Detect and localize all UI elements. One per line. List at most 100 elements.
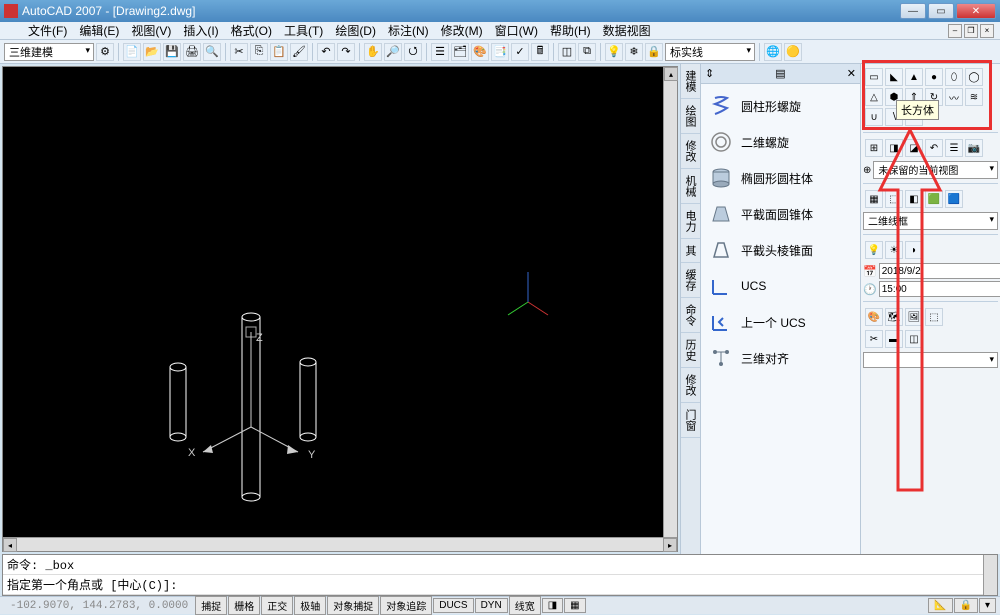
scroll-horizontal[interactable]: ◂ ▸ (3, 537, 677, 551)
vtab-0[interactable]: 建模 (681, 64, 700, 99)
maximize-button[interactable]: ▭ (928, 3, 954, 19)
section-icon[interactable]: ✂ (865, 330, 883, 348)
mdi-restore[interactable]: ❐ (964, 24, 978, 38)
menu-modify[interactable]: 修改(M) (435, 22, 489, 39)
vtab-10[interactable]: 门窗 (681, 403, 700, 438)
close-button[interactable]: ✕ (956, 3, 996, 19)
properties-icon[interactable]: ☰ (431, 43, 449, 61)
vtab-8[interactable]: 历史 (681, 333, 700, 368)
tool-ucs[interactable]: UCS (705, 268, 856, 304)
palette-scroll-icon[interactable]: ⇕ (705, 67, 714, 80)
cmd-scroll[interactable] (983, 555, 997, 595)
block-icon[interactable]: ◫ (558, 43, 576, 61)
status-ducs[interactable]: DUCS (433, 598, 473, 613)
ref-icon[interactable]: ⧉ (578, 43, 596, 61)
view-prev-icon[interactable]: ↶ (925, 139, 943, 157)
save-icon[interactable]: 💾 (163, 43, 181, 61)
scroll-left-icon[interactable]: ◂ (3, 538, 17, 552)
tool-align-3d[interactable]: 三维对齐 (705, 340, 856, 376)
mdi-close[interactable]: × (980, 24, 994, 38)
design-center-icon[interactable]: 🗂 (451, 43, 469, 61)
status-dyn[interactable]: DYN (475, 598, 508, 613)
menu-format[interactable]: 格式(O) (225, 22, 278, 39)
material-attach-icon[interactable]: 🎨 (865, 308, 883, 326)
flatten-icon[interactable]: ▬ (885, 330, 903, 348)
render-crop-icon[interactable]: ⬚ (925, 308, 943, 326)
drawing-canvas[interactable]: X Y Z (3, 67, 663, 537)
vtab-4[interactable]: 电力 (681, 204, 700, 239)
status-lwt[interactable]: 线宽 (509, 596, 541, 615)
layer-freeze-icon[interactable]: ❄ (625, 43, 643, 61)
open-icon[interactable]: 📂 (143, 43, 161, 61)
menu-draw[interactable]: 绘图(D) (329, 22, 382, 39)
view-named-icon[interactable]: ☰ (945, 139, 963, 157)
layer-dropdown[interactable]: 标实线 (665, 43, 755, 61)
cylinder-icon[interactable]: ⬯ (945, 68, 963, 86)
tool-ucs-prev[interactable]: 上一个 UCS (705, 304, 856, 340)
status-osnap[interactable]: 对象捕捉 (327, 596, 379, 615)
status-snap[interactable]: 捕捉 (195, 596, 227, 615)
vs-real-icon[interactable]: 🟩 (925, 190, 943, 208)
menu-insert[interactable]: 插入(I) (177, 22, 224, 39)
redo-icon[interactable]: ↷ (337, 43, 355, 61)
scroll-vertical[interactable]: ▴ (663, 67, 677, 537)
match-icon[interactable]: 🖌 (290, 43, 308, 61)
status-model-icon[interactable]: ◨ (542, 598, 563, 613)
menu-dim[interactable]: 标注(N) (382, 22, 435, 39)
undo-icon[interactable]: ↶ (317, 43, 335, 61)
palette-menu-icon[interactable]: ▤ (775, 67, 785, 80)
date-field[interactable] (879, 263, 1000, 279)
print-icon[interactable]: 🖨 (183, 43, 201, 61)
tool-helix-cyl[interactable]: 圆柱形螺旋 (705, 88, 856, 124)
menu-tools[interactable]: 工具(T) (278, 22, 329, 39)
status-anno-icon[interactable]: 📐 (928, 598, 952, 613)
vtab-7[interactable]: 命令 (681, 298, 700, 333)
status-qp-icon[interactable]: ▦ (564, 598, 585, 613)
paste-icon[interactable]: 📋 (270, 43, 288, 61)
sheet-set-icon[interactable]: 📑 (491, 43, 509, 61)
sphere-icon[interactable]: ● (925, 68, 943, 86)
minimize-button[interactable]: — (900, 3, 926, 19)
vtab-2[interactable]: 修改 (681, 134, 700, 169)
view-front-icon[interactable]: ◨ (885, 139, 903, 157)
time-field[interactable] (879, 281, 1000, 297)
shadow-icon[interactable]: ◗ (905, 241, 923, 259)
camera-icon[interactable]: 📷 (965, 139, 983, 157)
tool-cone-frustum[interactable]: 平截面圆锥体 (705, 196, 856, 232)
render-btn-icon[interactable]: 🖼 (905, 308, 923, 326)
zoom-icon[interactable]: 🔎 (384, 43, 402, 61)
menu-file[interactable]: 文件(F) (22, 22, 73, 39)
plot-preview-icon[interactable]: 🔍 (203, 43, 221, 61)
mdi-minimize[interactable]: – (948, 24, 962, 38)
new-icon[interactable]: 📄 (123, 43, 141, 61)
menu-data[interactable]: 数据视图 (597, 22, 657, 39)
union-icon[interactable]: ∪ (865, 108, 883, 126)
cone-icon[interactable]: ▲ (905, 68, 923, 86)
viewstyle-dropdown[interactable]: 未保留的当前视图 (873, 161, 998, 179)
vtab-3[interactable]: 机械 (681, 169, 700, 204)
vs-2dwire-icon[interactable]: ▦ (865, 190, 883, 208)
view-top-icon[interactable]: ⊞ (865, 139, 883, 157)
layer-bulb-icon[interactable]: 💡 (605, 43, 623, 61)
scroll-right-icon[interactable]: ▸ (663, 538, 677, 552)
status-grid[interactable]: 栅格 (228, 596, 260, 615)
scroll-up-icon[interactable]: ▴ (664, 67, 678, 81)
tool-palette-icon[interactable]: 🎨 (471, 43, 489, 61)
status-lock-icon[interactable]: 🔒 (954, 598, 978, 613)
vs-3dwire-icon[interactable]: ⬚ (885, 190, 903, 208)
status-ortho[interactable]: 正交 (261, 596, 293, 615)
vs-hidden-icon[interactable]: ◧ (905, 190, 923, 208)
menu-view[interactable]: 视图(V) (125, 22, 177, 39)
vtab-9[interactable]: 修改 (681, 368, 700, 403)
render-icon[interactable]: 🌐 (764, 43, 782, 61)
orbit-icon[interactable]: ⭯ (404, 43, 422, 61)
workspace-dropdown[interactable]: 三维建模 (4, 43, 94, 61)
material-icon[interactable]: 🟡 (784, 43, 802, 61)
status-tray-icon[interactable]: ▾ (979, 598, 996, 613)
palette-close-icon[interactable]: ✕ (847, 67, 856, 80)
copy-icon[interactable]: ⎘ (250, 43, 268, 61)
tool-helix-2d[interactable]: 二维螺旋 (705, 124, 856, 160)
cut-icon[interactable]: ✂ (230, 43, 248, 61)
vs-concept-icon[interactable]: 🟦 (945, 190, 963, 208)
pan-icon[interactable]: ✋ (364, 43, 382, 61)
